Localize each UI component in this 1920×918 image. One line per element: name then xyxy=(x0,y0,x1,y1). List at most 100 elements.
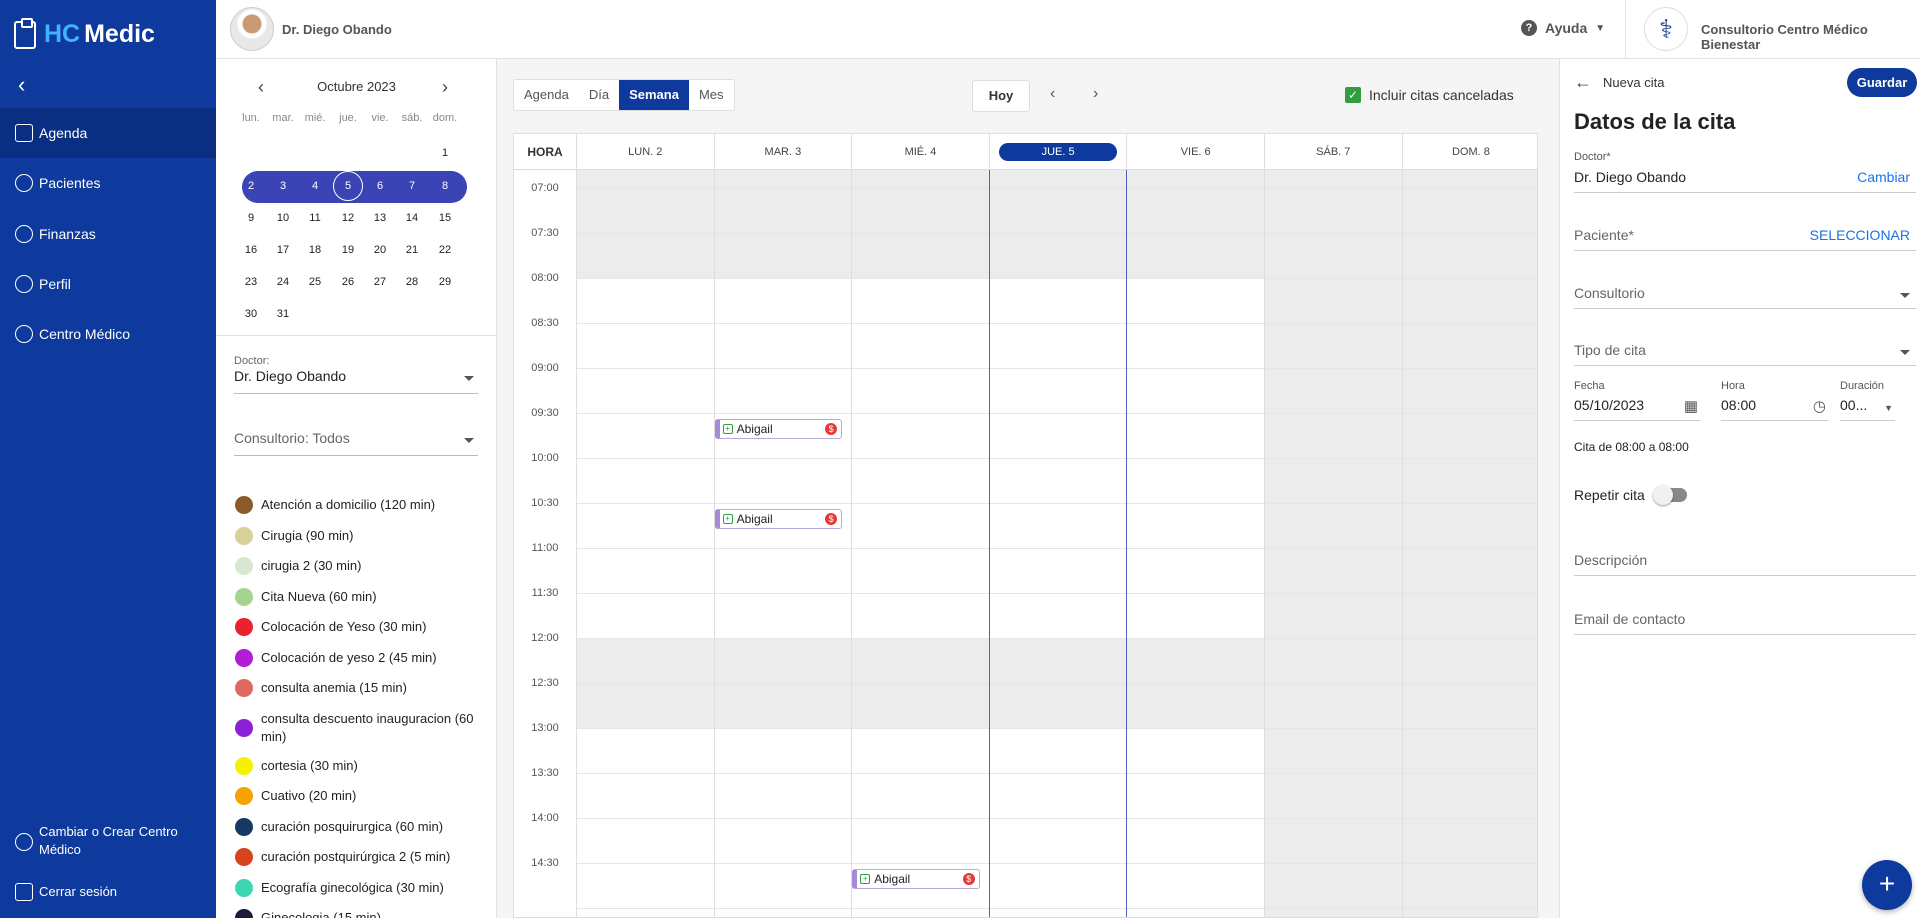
include-cancelled-checkbox[interactable]: ✓ Incluir citas canceladas xyxy=(1345,87,1514,103)
change-center-link[interactable]: Cambiar o Crear Centro Médico xyxy=(15,823,205,859)
time-slot[interactable] xyxy=(1265,414,1402,459)
day-column[interactable] xyxy=(576,144,714,917)
time-slot[interactable] xyxy=(852,729,989,774)
time-slot[interactable] xyxy=(1402,684,1537,729)
time-slot[interactable] xyxy=(1265,819,1402,864)
time-slot[interactable] xyxy=(852,774,989,819)
time-slot[interactable] xyxy=(1265,684,1402,729)
time-slot[interactable] xyxy=(577,369,714,414)
consultorio-filter-select[interactable]: Consultorio: Todos xyxy=(234,430,478,456)
time-slot[interactable] xyxy=(1265,369,1402,414)
time-slot[interactable] xyxy=(1127,459,1264,504)
mini-calendar-day[interactable]: 20 xyxy=(364,236,396,264)
legend-item[interactable]: Atención a domicilio (120 min) xyxy=(235,496,475,514)
time-slot[interactable] xyxy=(1402,549,1537,594)
mini-calendar-day[interactable]: 4 xyxy=(299,172,331,200)
email-input[interactable]: Email de contacto xyxy=(1574,611,1916,635)
view-tab-agenda[interactable]: Agenda xyxy=(514,80,579,110)
legend-item[interactable]: Colocación de yeso 2 (45 min) xyxy=(235,648,475,667)
mini-calendar-day[interactable]: 5 xyxy=(333,171,363,201)
time-slot[interactable] xyxy=(714,234,852,279)
mini-calendar-day[interactable]: 8 xyxy=(429,172,461,200)
time-slot[interactable] xyxy=(989,549,1127,594)
time-slot[interactable] xyxy=(989,594,1127,639)
legend-item[interactable]: consulta descuento inauguracion (60 min) xyxy=(235,710,475,746)
time-slot[interactable] xyxy=(852,819,989,864)
time-slot[interactable] xyxy=(1265,459,1402,504)
time-slot[interactable] xyxy=(1265,594,1402,639)
select-patient-button[interactable]: SELECCIONAR xyxy=(1810,227,1910,243)
tipo-cita-select[interactable]: Tipo de cita xyxy=(1574,342,1916,366)
time-slot[interactable] xyxy=(1265,324,1402,369)
time-slot[interactable] xyxy=(1127,819,1264,864)
sidebar-item-centro-medico[interactable]: Centro Médico xyxy=(0,309,216,359)
time-slot[interactable] xyxy=(852,549,989,594)
time-slot[interactable] xyxy=(1402,774,1537,819)
time-slot[interactable] xyxy=(1265,909,1402,917)
time-slot[interactable] xyxy=(989,864,1127,909)
descripcion-input[interactable]: Descripción xyxy=(1574,552,1916,576)
mini-calendar-day[interactable]: 29 xyxy=(429,268,461,296)
time-slot[interactable] xyxy=(1265,639,1402,684)
view-tab-mes[interactable]: Mes xyxy=(689,80,734,110)
time-slot[interactable] xyxy=(989,234,1127,279)
time-slot[interactable] xyxy=(577,909,714,917)
time-slot[interactable] xyxy=(1402,459,1537,504)
time-slot[interactable] xyxy=(989,729,1127,774)
time-slot[interactable] xyxy=(714,819,852,864)
legend-item[interactable]: Cita Nueva (60 min) xyxy=(235,587,475,606)
time-slot[interactable] xyxy=(1402,864,1537,909)
time-slot[interactable] xyxy=(989,639,1127,684)
time-slot[interactable] xyxy=(714,279,852,324)
time-slot[interactable] xyxy=(1402,729,1537,774)
time-slot[interactable] xyxy=(1402,819,1537,864)
time-slot[interactable] xyxy=(989,279,1127,324)
time-slot[interactable] xyxy=(989,774,1127,819)
time-slot[interactable] xyxy=(1127,279,1264,324)
time-slot[interactable] xyxy=(1127,549,1264,594)
mini-calendar-day[interactable]: 10 xyxy=(267,204,299,232)
legend-item[interactable]: Ginecologia (15 min) xyxy=(235,909,475,918)
time-slot[interactable] xyxy=(852,594,989,639)
time-slot[interactable] xyxy=(1402,369,1537,414)
legend-item[interactable]: Colocación de Yeso (30 min) xyxy=(235,618,475,636)
time-slot[interactable] xyxy=(852,234,989,279)
time-slot[interactable] xyxy=(852,279,989,324)
time-slot[interactable] xyxy=(1265,189,1402,234)
mini-calendar-day[interactable]: 1 xyxy=(429,139,461,167)
time-slot[interactable] xyxy=(1127,594,1264,639)
collapse-sidebar-chevron-icon[interactable]: ‹ xyxy=(18,72,25,98)
time-slot[interactable] xyxy=(1127,909,1264,917)
day-header[interactable]: MIÉ. 4 xyxy=(851,134,989,170)
time-slot[interactable] xyxy=(989,504,1127,549)
sidebar-item-pacientes[interactable]: Pacientes xyxy=(0,158,216,208)
time-slot[interactable] xyxy=(1265,234,1402,279)
time-slot[interactable] xyxy=(1127,234,1264,279)
time-slot[interactable] xyxy=(1127,189,1264,234)
time-slot[interactable] xyxy=(852,504,989,549)
time-slot[interactable] xyxy=(1265,279,1402,324)
sidebar-item-finanzas[interactable]: Finanzas xyxy=(0,209,216,259)
day-header[interactable]: VIE. 6 xyxy=(1126,134,1264,170)
mini-calendar-day[interactable]: 3 xyxy=(267,172,299,200)
mini-calendar-day[interactable]: 17 xyxy=(267,236,299,264)
mini-calendar-day[interactable]: 27 xyxy=(364,268,396,296)
caduceus-icon[interactable]: ⚕ xyxy=(1644,7,1688,51)
time-slot[interactable] xyxy=(1127,414,1264,459)
calendar-icon[interactable]: ▦ xyxy=(1684,397,1698,415)
legend-item[interactable]: curación postquirúrgica 2 (5 min) xyxy=(235,848,475,866)
legend-item[interactable]: cirugia 2 (30 min) xyxy=(235,557,475,575)
time-slot[interactable] xyxy=(714,459,852,504)
time-slot[interactable] xyxy=(714,729,852,774)
time-slot[interactable] xyxy=(989,189,1127,234)
time-slot[interactable] xyxy=(1127,639,1264,684)
time-slot[interactable] xyxy=(1127,729,1264,774)
mini-calendar-day[interactable]: 26 xyxy=(332,268,364,296)
mini-calendar-day[interactable]: 21 xyxy=(396,236,428,264)
time-slot[interactable] xyxy=(990,909,1127,917)
mini-calendar-day[interactable]: 25 xyxy=(299,268,331,296)
clock-icon[interactable]: ◷ xyxy=(1813,397,1826,415)
back-arrow-icon[interactable]: ← xyxy=(1574,72,1592,93)
time-slot[interactable] xyxy=(577,864,714,909)
repeat-toggle[interactable] xyxy=(1652,485,1687,505)
